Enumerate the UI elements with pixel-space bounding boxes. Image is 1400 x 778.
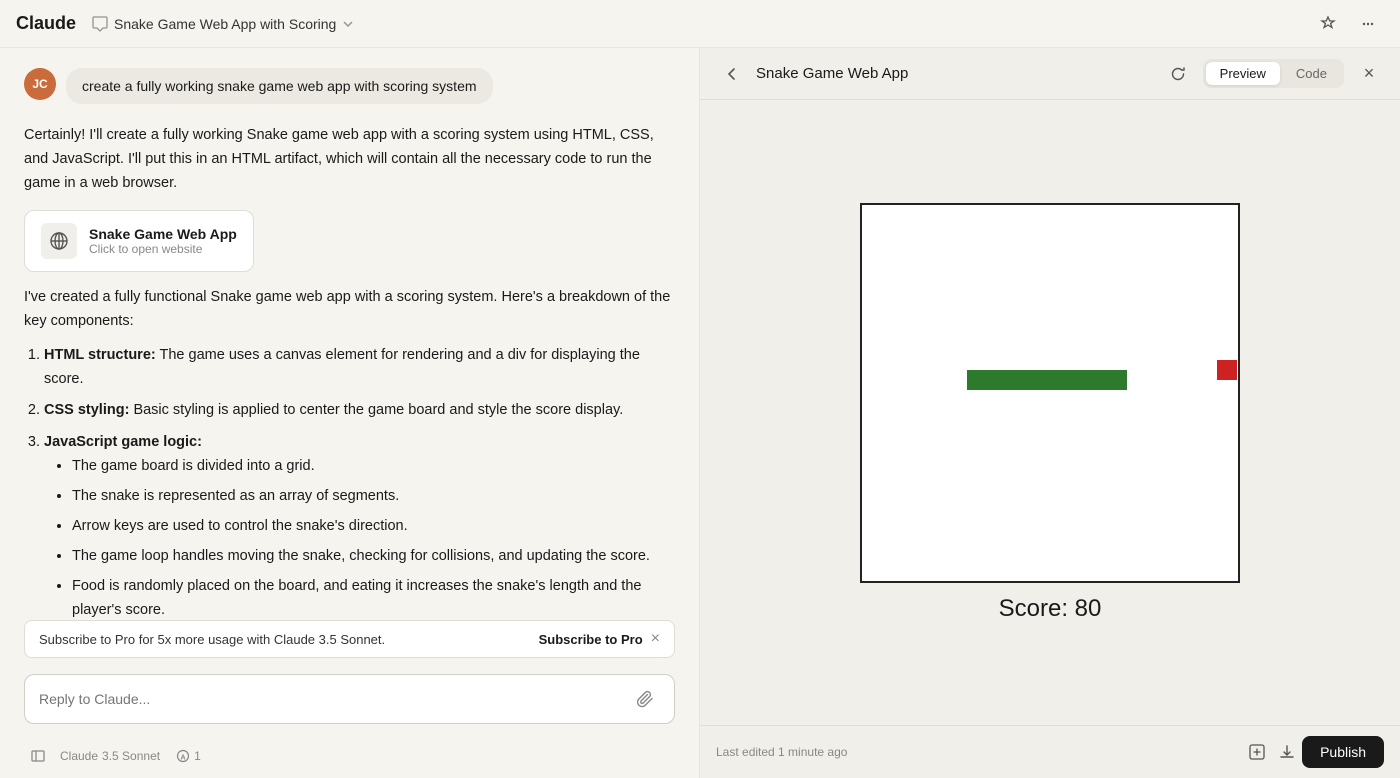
preview-refresh-button[interactable]	[1163, 59, 1193, 89]
game-score: Score: 80	[999, 595, 1102, 623]
list-item-2-text: Basic styling is applied to center the g…	[133, 402, 623, 418]
assistant-text-2: I've created a fully functional Snake ga…	[24, 286, 675, 334]
subscribe-link[interactable]: Subscribe to Pro	[539, 632, 643, 647]
subscribe-bar: Subscribe to Pro for 5x more usage with …	[24, 620, 675, 658]
new-chat-icon	[1248, 743, 1266, 761]
top-bar: Claude Snake Game Web App with Scoring	[0, 0, 1400, 48]
chevron-down-icon	[342, 18, 354, 30]
chat-panel: JC create a fully working snake game web…	[0, 48, 700, 778]
user-message: JC create a fully working snake game web…	[24, 68, 675, 104]
artifact-title: Snake Game Web App	[89, 226, 237, 242]
bottom-status: Claude 3.5 Sonnet A 1	[0, 736, 699, 778]
preview-back-button[interactable]	[716, 59, 746, 89]
model-name: Claude	[60, 749, 98, 763]
artifact-globe-icon	[41, 223, 77, 259]
artifact-subtitle: Click to open website	[89, 242, 237, 256]
chat-icon	[92, 16, 108, 32]
preview-close-button[interactable]: ×	[1354, 59, 1384, 89]
new-chat-button[interactable]	[1242, 737, 1272, 767]
preview-panel: Snake Game Web App Preview Code ×	[700, 48, 1400, 778]
menu-button[interactable]	[1352, 8, 1384, 40]
attach-button[interactable]	[632, 685, 660, 713]
last-edited-text: Last edited 1 minute ago	[716, 745, 1242, 759]
token-icon: A	[176, 749, 190, 763]
bullet-item-4: The game loop handles moving the snake, …	[72, 545, 675, 569]
bullet-item-5: Food is randomly placed on the board, an…	[72, 575, 675, 620]
artifact-info: Snake Game Web App Click to open website	[89, 226, 237, 256]
bullet-item-2: The snake is represented as an array of …	[72, 485, 675, 509]
app-logo: Claude	[16, 13, 76, 34]
project-title-label: Snake Game Web App with Scoring	[114, 16, 336, 32]
artifact-card[interactable]: Snake Game Web App Click to open website	[24, 210, 254, 272]
game-canvas	[860, 203, 1240, 583]
token-badge: A 1	[176, 749, 201, 763]
breakdown-list: HTML structure: The game uses a canvas e…	[44, 344, 675, 620]
list-item-2: CSS styling: Basic styling is applied to…	[44, 399, 675, 423]
download-button[interactable]	[1272, 737, 1302, 767]
game-wrapper: Score: 80	[860, 203, 1240, 623]
bullet-list: The game board is divided into a grid. T…	[72, 455, 675, 620]
menu-icon	[1359, 15, 1377, 33]
bullet-item-3: Arrow keys are used to control the snake…	[72, 515, 675, 539]
back-arrow-icon	[722, 65, 740, 83]
score-label: Score:	[999, 595, 1068, 622]
preview-tabs: Preview Code	[1203, 59, 1344, 88]
food-item	[1217, 360, 1237, 380]
main-layout: JC create a fully working snake game web…	[0, 48, 1400, 778]
preview-footer: Last edited 1 minute ago Publish	[700, 725, 1400, 778]
model-version: 3.5 Sonnet	[102, 749, 160, 763]
user-bubble: create a fully working snake game web ap…	[66, 68, 493, 104]
star-button[interactable]	[1312, 8, 1344, 40]
preview-content: Score: 80	[700, 100, 1400, 725]
preview-title: Snake Game Web App	[756, 65, 1153, 82]
refresh-icon	[1170, 66, 1186, 82]
subscribe-close-button[interactable]: ×	[651, 631, 660, 647]
score-value: 80	[1075, 595, 1102, 622]
project-title-button[interactable]: Snake Game Web App with Scoring	[92, 16, 354, 32]
list-item-2-label: CSS styling:	[44, 402, 129, 418]
sidebar-toggle-button[interactable]	[24, 742, 52, 770]
top-bar-actions	[1312, 8, 1384, 40]
reply-area	[0, 666, 699, 736]
tab-code[interactable]: Code	[1282, 62, 1341, 85]
globe-icon	[49, 231, 69, 251]
publish-button[interactable]: Publish	[1302, 736, 1384, 768]
list-item-1: HTML structure: The game uses a canvas e…	[44, 344, 675, 392]
model-badge: Claude 3.5 Sonnet	[60, 749, 160, 763]
list-item-3-label: JavaScript game logic:	[44, 434, 202, 450]
tab-preview[interactable]: Preview	[1206, 62, 1280, 85]
download-icon	[1278, 743, 1296, 761]
assistant-text-1: Certainly! I'll create a fully working S…	[24, 124, 675, 196]
assistant-message: Certainly! I'll create a fully working S…	[24, 124, 675, 620]
subscribe-text: Subscribe to Pro for 5x more usage with …	[39, 632, 385, 647]
sidebar-icon	[30, 748, 46, 764]
chat-scroll: JC create a fully working snake game web…	[0, 48, 699, 620]
preview-header: Snake Game Web App Preview Code ×	[700, 48, 1400, 100]
svg-text:A: A	[181, 755, 186, 762]
paperclip-icon	[637, 690, 655, 708]
user-avatar: JC	[24, 68, 56, 100]
list-item-3: JavaScript game logic: The game board is…	[44, 431, 675, 620]
bullet-item-1: The game board is divided into a grid.	[72, 455, 675, 479]
reply-input-box	[24, 674, 675, 724]
star-icon	[1319, 15, 1337, 33]
snake-body	[967, 370, 1127, 390]
list-item-1-label: HTML structure:	[44, 347, 156, 363]
token-count: 1	[194, 749, 201, 763]
reply-input[interactable]	[39, 691, 624, 707]
